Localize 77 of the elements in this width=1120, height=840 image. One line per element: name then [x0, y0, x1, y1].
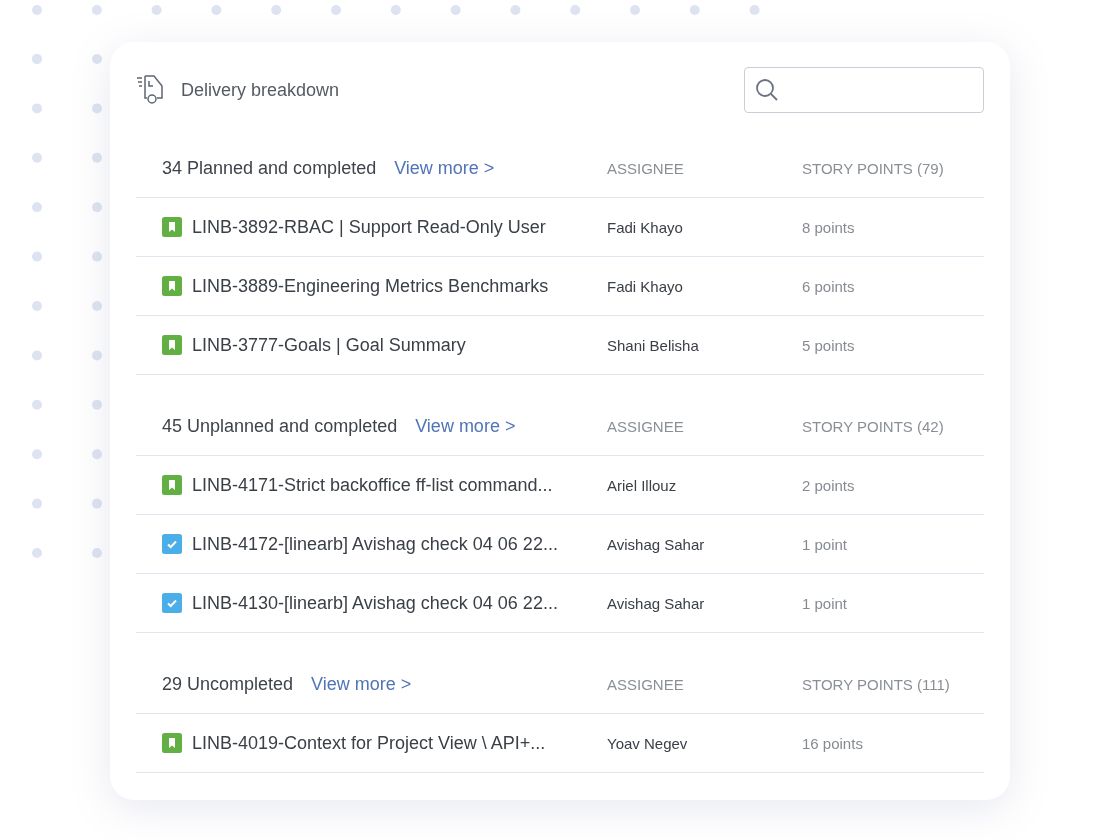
column-header: ASSIGNEE: [607, 675, 685, 693]
background-dot: [570, 5, 581, 15]
issue-title: LINB-3777-Goals | Goal Summary: [192, 334, 466, 356]
background-dot: [92, 350, 102, 361]
background-dot: [91, 5, 102, 15]
bookmark-icon: [162, 276, 182, 296]
column-header: STORY POINTS (79): [802, 159, 945, 177]
background-dot: [92, 152, 102, 163]
issue-title: LINB-4171-Strict backoffice ff-list command...: [192, 474, 553, 496]
column-header: STORY POINTS (42): [802, 417, 945, 435]
issue-title: LINB-3892-RBAC | Support Read-Only User: [192, 216, 546, 238]
story-points: 8 points: [802, 218, 856, 236]
assignee-name: Yoav Negev: [607, 734, 689, 752]
background-dot: [32, 301, 42, 311]
story-points: 16 points: [802, 734, 864, 752]
background-dot: [630, 5, 640, 15]
story-points: 1 point: [802, 535, 849, 553]
assignee-name: Shani Belisha: [607, 336, 700, 354]
background-dot: [92, 548, 102, 558]
background-dot: [32, 5, 42, 15]
assignee-name: Avishag Sahar: [607, 535, 706, 553]
background-dot: [32, 202, 42, 213]
section-title: 45 Unplanned and completed: [162, 415, 398, 437]
background-dot: [92, 399, 102, 410]
background-dot: [151, 5, 162, 15]
issue-title: LINB-4130-[linearb] Avishag check 04 06 22...: [192, 592, 558, 614]
view-more-link[interactable]: View more >: [311, 673, 412, 695]
story-points: 1 point: [802, 594, 849, 612]
background-dot: [92, 202, 102, 213]
background-dot: [32, 152, 42, 163]
background-dot: [331, 5, 341, 15]
background-dot: [510, 5, 521, 15]
background-dot: [271, 5, 282, 15]
background-dot: [390, 5, 401, 15]
column-header: ASSIGNEE: [607, 417, 685, 435]
background-dot: [211, 5, 222, 15]
issue-title: LINB-4019-Context for Project View \ API+...: [192, 732, 546, 754]
background-dot: [450, 5, 461, 15]
view-more-link[interactable]: View more >: [394, 157, 495, 179]
background-dot: [92, 498, 102, 509]
section-title: 34 Planned and completed: [162, 157, 377, 179]
checkbox-icon: [162, 593, 182, 613]
assignee-name: Fadi Khayo: [607, 218, 684, 236]
background-dot: [749, 5, 760, 15]
background-dot: [32, 103, 42, 114]
background-dot: [92, 251, 102, 262]
assignee-name: Fadi Khayo: [607, 277, 684, 295]
background-dot: [32, 399, 42, 410]
search-field[interactable]: [744, 67, 984, 113]
bookmark-icon: [162, 733, 182, 753]
story-points: 5 points: [802, 336, 856, 354]
issue-title: LINB-3889-Engineering Metrics Benchmarks: [192, 275, 549, 297]
search-icon: [755, 78, 779, 102]
background-dot: [92, 301, 102, 311]
bookmark-icon: [162, 335, 182, 355]
card-title: Delivery breakdown: [181, 79, 340, 101]
section-title: 29 Uncompleted: [162, 673, 294, 695]
background-dot: [32, 498, 42, 509]
view-more-link[interactable]: View more >: [415, 415, 516, 437]
background-dot: [92, 54, 102, 64]
issue-title: LINB-4172-[linearb] Avishag check 04 06 22...: [192, 533, 558, 555]
background-dot: [32, 251, 42, 262]
assignee-name: Ariel Illouz: [607, 476, 678, 494]
column-header: STORY POINTS (111): [802, 675, 951, 693]
bookmark-icon: [162, 217, 182, 237]
background-dot: [32, 449, 42, 460]
background-dot: [689, 5, 700, 15]
assignee-name: Avishag Sahar: [607, 594, 706, 612]
column-header: ASSIGNEE: [607, 159, 685, 177]
story-points: 6 points: [802, 277, 856, 295]
background-dot: [32, 350, 42, 361]
checkbox-icon: [162, 534, 182, 554]
background-dot: [92, 103, 102, 114]
background-dot: [32, 548, 42, 558]
bookmark-icon: [162, 475, 182, 495]
story-points: 2 points: [802, 476, 856, 494]
background-dot: [92, 449, 102, 460]
